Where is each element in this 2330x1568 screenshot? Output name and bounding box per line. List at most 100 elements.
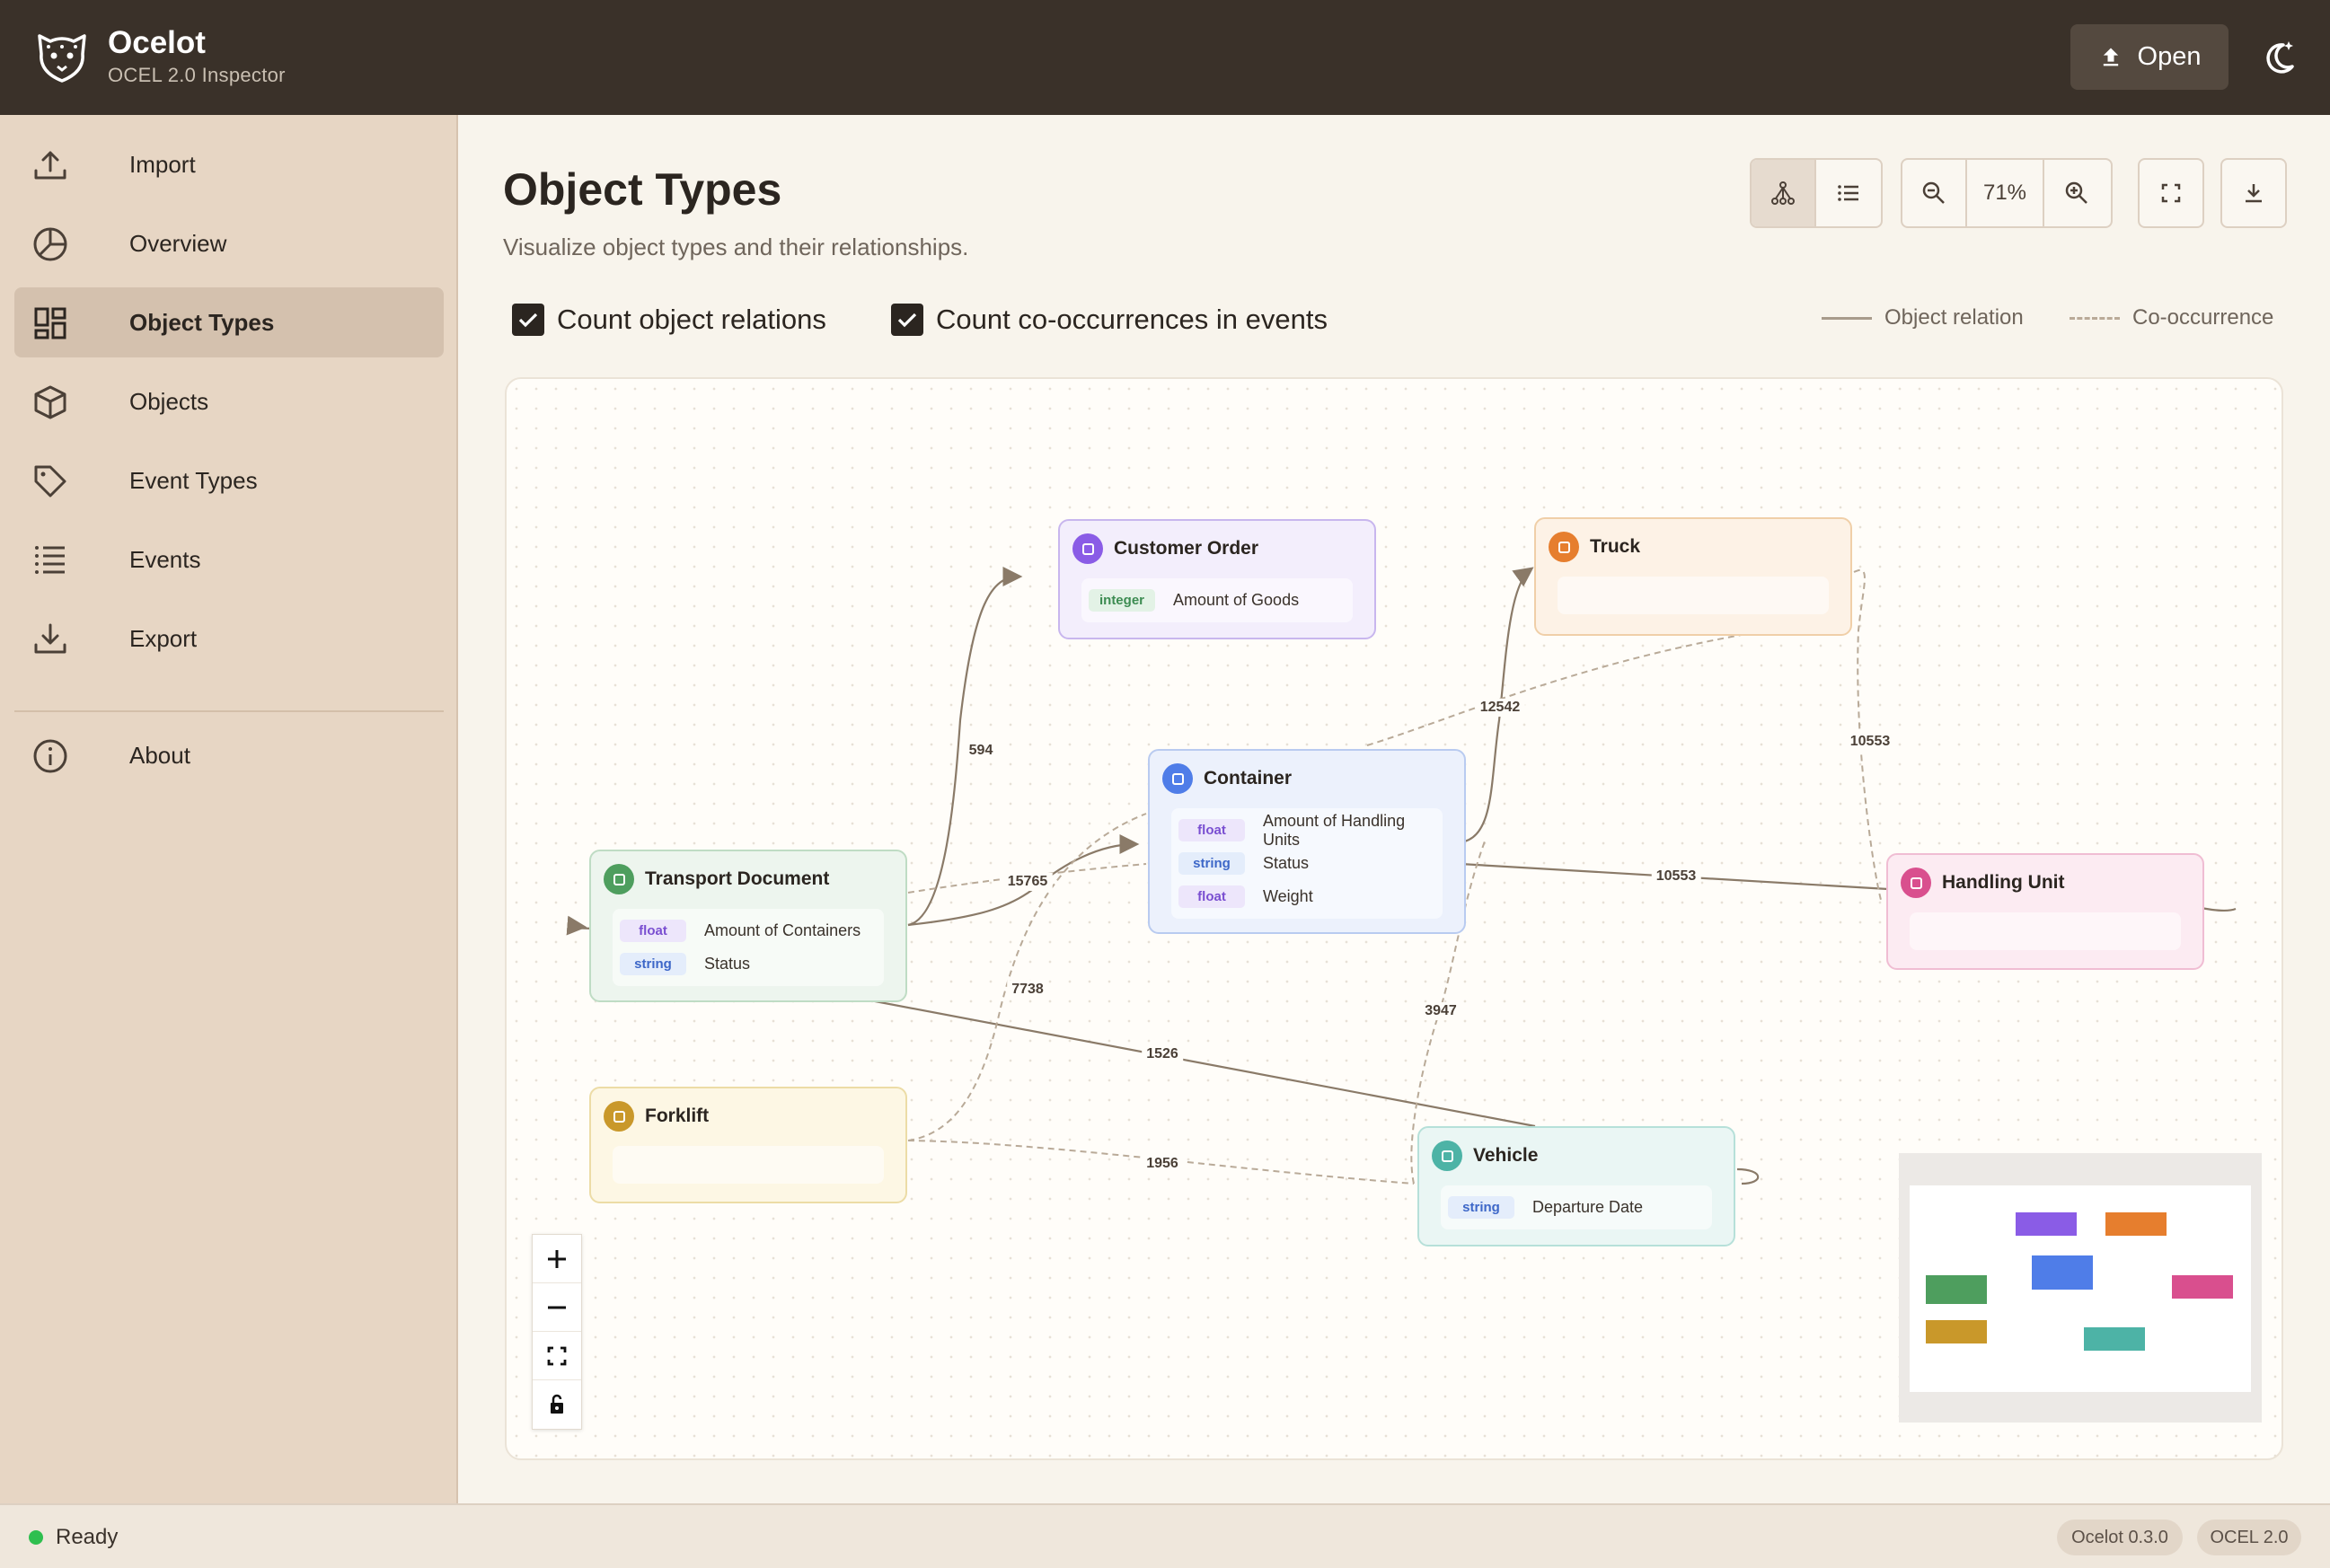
plus-icon (548, 1249, 566, 1268)
node-customer-order[interactable]: Customer Order integer Amount of Goods (1058, 519, 1376, 639)
sidebar: Import Overview Object Types Objects Eve… (0, 115, 458, 1503)
attribute-row: string Status (1178, 847, 1435, 880)
object-type-icon (1072, 533, 1103, 564)
canvas-zoom-out-button[interactable] (533, 1283, 581, 1332)
pie-chart-icon (33, 227, 67, 261)
fullscreen-icon (2161, 183, 2181, 203)
minimap-node (2084, 1327, 2145, 1351)
list-icon (1838, 185, 1858, 201)
count-relations-label: Count object relations (557, 304, 826, 335)
attribute-row: integer Amount of Goods (1089, 584, 1346, 617)
attribute-row: float Weight (1178, 880, 1435, 913)
minimap-viewport (1910, 1185, 2251, 1392)
zoom-controls: 71% (1901, 158, 2113, 228)
node-name: Transport Document (645, 868, 830, 889)
edge-label: 7738 (1007, 981, 1048, 999)
attribute-type: float (1178, 819, 1245, 841)
node-attributes: float Amount of Handling Units string Stat… (1171, 808, 1443, 919)
sidebar-item-object-types[interactable]: Object Types (14, 287, 444, 357)
legend-object-relation: Object relation (1822, 305, 2024, 330)
sidebar-item-label: Overview (129, 229, 227, 257)
open-button[interactable]: Open (2070, 24, 2229, 90)
edge-label: 10553 (1651, 868, 1701, 885)
sidebar-item-label: Events (129, 545, 201, 573)
object-type-icon (1432, 1141, 1462, 1171)
node-truck[interactable]: Truck (1534, 517, 1852, 636)
node-name: Customer Order (1114, 538, 1259, 559)
attribute-type: float (1178, 885, 1245, 908)
sidebar-item-about[interactable]: About (14, 720, 444, 790)
sidebar-item-events[interactable]: Events (14, 524, 444, 595)
upload-icon (34, 151, 66, 180)
sidebar-item-label: Export (129, 624, 198, 652)
count-relations-checkbox[interactable]: Count object relations (512, 304, 826, 336)
attribute-name: Status (1263, 854, 1310, 872)
attribute-name: Status (704, 955, 751, 973)
edge-label: 594 (964, 742, 998, 760)
canvas-zoom-in-button[interactable] (533, 1235, 581, 1283)
node-container[interactable]: Container float Amount of Handling Units … (1148, 749, 1466, 934)
edge-label: 15765 (1002, 873, 1053, 891)
fit-view-icon (547, 1346, 567, 1365)
sidebar-item-label: Event Types (129, 466, 258, 494)
download-group (2220, 158, 2287, 228)
graph-view-button[interactable] (1752, 160, 1816, 226)
node-attributes (1558, 577, 1829, 614)
checkbox-checked-icon (512, 304, 544, 336)
sidebar-item-event-types[interactable]: Event Types (14, 445, 444, 515)
canvas-lock-button[interactable] (533, 1380, 581, 1429)
attribute-type: integer (1089, 589, 1155, 612)
zoom-out-button[interactable] (1902, 160, 1967, 226)
page-title: Object Types (503, 164, 782, 215)
app-header: Ocelot OCEL 2.0 Inspector Open (0, 0, 2330, 115)
node-forklift[interactable]: Forklift (589, 1087, 907, 1203)
status-text: Ready (56, 1525, 119, 1549)
zoom-level: 71% (1967, 160, 2044, 226)
dark-mode-icon[interactable] (2256, 36, 2299, 79)
minimap-node (1926, 1320, 1987, 1343)
list-view-button[interactable] (1816, 160, 1881, 226)
node-name: Container (1204, 768, 1293, 788)
edge-label: 10553 (1845, 733, 1895, 751)
attribute-name: Amount of Containers (704, 921, 861, 939)
download-image-button[interactable] (2222, 160, 2285, 226)
minimap-node (2105, 1212, 2167, 1236)
page-subtitle: Visualize object types and their relatio… (503, 233, 969, 260)
attribute-row: string Status (620, 947, 877, 981)
attribute-type: string (1448, 1196, 1514, 1219)
sidebar-item-label: Objects (129, 387, 209, 415)
lock-open-icon (551, 1394, 563, 1414)
minimap[interactable] (1899, 1153, 2262, 1423)
app-subtitle: OCEL 2.0 Inspector (108, 64, 286, 86)
node-handling-unit[interactable]: Handling Unit (1886, 853, 2204, 970)
status-bar: Ready Ocelot 0.3.0 OCEL 2.0 (0, 1503, 2330, 1568)
sidebar-item-export[interactable]: Export (14, 603, 444, 674)
node-transport-document[interactable]: Transport Document float Amount of Contai… (589, 850, 907, 1002)
zoom-in-icon (2065, 181, 2087, 204)
open-button-label: Open (2137, 42, 2202, 71)
attribute-name: Amount of Goods (1173, 591, 1300, 609)
object-type-icon (1901, 868, 1931, 898)
sidebar-item-objects[interactable]: Objects (14, 366, 444, 436)
count-cooccurrence-checkbox[interactable]: Count co-occurrences in events (891, 304, 1328, 336)
sidebar-item-overview[interactable]: Overview (14, 208, 444, 278)
tag-icon (34, 465, 66, 498)
attribute-type: string (1178, 852, 1245, 875)
zoom-in-button[interactable] (2044, 160, 2109, 226)
canvas-fit-view-button[interactable] (533, 1332, 581, 1380)
fit-view-button[interactable] (2140, 160, 2202, 226)
upload-icon (2103, 48, 2118, 66)
main-content: Object Types Visualize object types and … (460, 115, 2330, 1503)
sidebar-item-import[interactable]: Import (14, 129, 444, 199)
object-type-icon (604, 864, 634, 894)
attribute-name: Weight (1263, 887, 1313, 905)
minimap-node (2032, 1255, 2093, 1290)
attribute-type: float (620, 920, 686, 942)
node-name: Vehicle (1473, 1145, 1539, 1166)
graph-canvas[interactable]: 594 15765 12542 10553 10553 7738 1526 39… (505, 377, 2283, 1460)
node-name: Handling Unit (1942, 872, 2065, 893)
node-vehicle[interactable]: Vehicle string Departure Date (1417, 1126, 1735, 1246)
node-attributes: string Departure Date (1441, 1185, 1712, 1229)
node-name: Truck (1590, 536, 1641, 557)
node-attributes: integer Amount of Goods (1081, 578, 1353, 622)
